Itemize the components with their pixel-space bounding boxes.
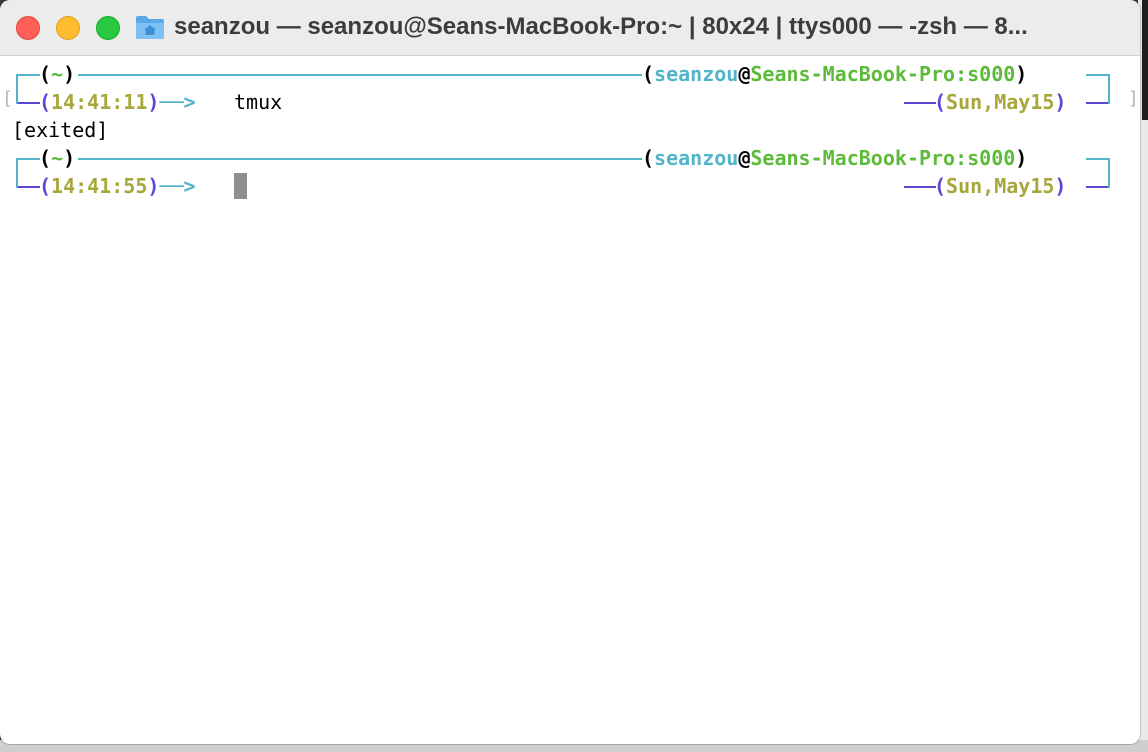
prompt-frame-top [78,74,642,76]
prompt2-date-group: (Sun,May15) [934,174,1067,198]
output-exited: [exited] [12,118,109,142]
window-title: seanzou — seanzou@Seans-MacBook-Pro:~ | … [174,13,1028,40]
terminal-content[interactable]: (~) (seanzou@Seans-MacBook-Pro:s000) [ (… [0,57,1140,744]
prompt1-frame-corner [16,88,18,104]
background-window-edge [1142,0,1148,120]
prompt1-user: seanzou [654,62,739,86]
prompt1-date-group: (Sun,May15) [934,90,1067,114]
prompt2-frame-top-right [1086,158,1110,160]
edge-bracket-right: ] [1128,88,1139,109]
prompt2-time: 14:41:55 [51,174,148,198]
prompt2-host: Seans-MacBook-Pro:s000 [750,146,1016,170]
prompt1-at: @ [738,62,751,86]
prompt1-frame-bottom [16,102,40,104]
prompt1-host: Seans-MacBook-Pro:s000 [750,62,1016,86]
prompt2-userhost-group: (seanzou@Seans-MacBook-Pro:s000) [642,146,1028,170]
title-bar[interactable]: seanzou — seanzou@Seans-MacBook-Pro:~ | … [0,0,1140,56]
prompt1-userhost-group: (seanzou@Seans-MacBook-Pro:s000) [642,62,1028,86]
prompt1-date: Sun,May15 [946,90,1055,114]
prompt-frame-top-right [1086,74,1110,76]
terminal-cursor [234,173,247,199]
close-icon[interactable] [16,16,40,40]
terminal-window: seanzou — seanzou@Seans-MacBook-Pro:~ | … [0,0,1140,744]
prompt2-arrow: ──> [159,174,196,198]
prompt2-cwd: ~ [51,146,64,170]
home-folder-icon [136,16,164,39]
prompt1-time: 14:41:11 [51,90,148,114]
prompt2-at: @ [738,146,751,170]
prompt2-date-frame-end [1086,186,1110,188]
prompt2-frame-top [78,158,642,160]
prompt1-arrow: ──> [159,90,196,114]
prompt1-cwd: ~ [51,62,64,86]
prompt1-time-group: (14:41:11)──> [39,90,196,114]
prompt1-command: tmux [234,90,283,114]
prompt2-user: seanzou [654,146,739,170]
minimize-icon[interactable] [56,16,80,40]
prompt2-date: Sun,May15 [946,174,1055,198]
prompt2-frame-right-corner [1108,172,1110,188]
prompt1-date-frame-end [1086,102,1110,104]
prompt2-frame-corner [16,172,18,188]
edge-bracket-left: [ [2,88,13,109]
prompt2-time-group: (14:41:55)──> [39,174,196,198]
prompt-frame-top-left [16,74,40,76]
prompt2-frame-top-left [16,158,40,160]
prompt1-date-frame [904,102,936,104]
prompt1-frame-right-corner [1108,88,1110,104]
prompt2-frame-bottom [16,186,40,188]
prompt2-date-frame [904,186,936,188]
prompt1-cwd-group: (~) [39,62,76,86]
maximize-icon[interactable] [96,16,120,40]
prompt2-cwd-group: (~) [39,146,76,170]
